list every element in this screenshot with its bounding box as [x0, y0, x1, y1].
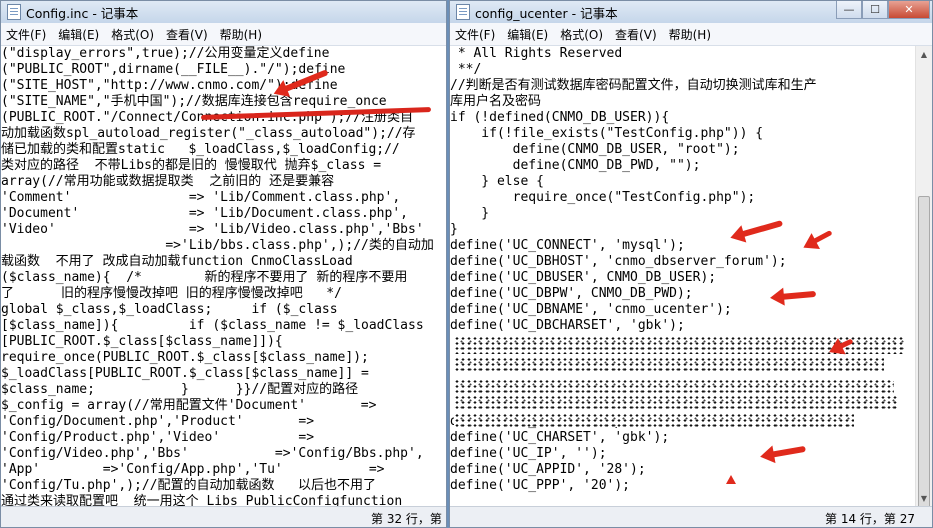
code-line: **/	[450, 62, 482, 77]
left-window-title: Config.inc - 记事本	[26, 5, 139, 21]
code-line: 'App' =>'Config/App.php','Tu' =>	[1, 462, 385, 477]
maximize-button[interactable]: ☐	[862, 1, 888, 19]
right-statusbar: 第 14 行，第 27	[450, 506, 932, 527]
code-line: define('UC_CHARSET', 'gbk');	[450, 430, 670, 445]
menu-help[interactable]: 帮助(H)	[215, 26, 269, 43]
code-line: define(CNMO_DB_PWD, "");	[450, 158, 701, 173]
code-line: 类对应的路径 不带Libs的都是旧的 慢慢取代 抛弃$_class =	[1, 158, 382, 173]
menu-format[interactable]: 格式(O)	[555, 26, 610, 43]
right-status-position: 第 14 行，第 27	[825, 512, 915, 526]
code-line: ("SITE_HOST","http://www.cnmo.com/");def…	[1, 78, 338, 93]
right-window-title: config_ucenter - 记事本	[475, 5, 618, 21]
scroll-down-icon[interactable]: ▼	[916, 490, 932, 507]
code-line: =>'Lib/bbs.class.php',);//类的自动加	[1, 238, 434, 253]
window-controls: — ☐ ✕	[836, 1, 930, 19]
code-line: define('UC_DBHOST', 'cnmo_dbserver_forum…	[450, 254, 787, 269]
menu-view[interactable]: 查看(V)	[161, 26, 215, 43]
close-button[interactable]: ✕	[888, 1, 930, 19]
redacted-region	[454, 395, 899, 411]
redacted-region	[454, 357, 884, 371]
code-line: [PUBLIC_ROOT.$_class[$class_name]]){	[1, 334, 283, 349]
left-menubar: 文件(F) 编辑(E) 格式(O) 查看(V) 帮助(H)	[1, 23, 446, 46]
right-notepad-window: config_ucenter - 记事本 — ☐ ✕ 文件(F) 编辑(E) 格…	[449, 0, 933, 528]
code-line: define('UC_DBUSER', CNMO_DB_USER);	[450, 270, 717, 285]
code-line: define('UC_IP', '');	[450, 446, 607, 461]
code-line: require_once(PUBLIC_ROOT.$_class[$class_…	[1, 350, 369, 365]
left-notepad-window: Config.inc - 记事本 文件(F) 编辑(E) 格式(O) 查看(V)…	[0, 0, 447, 528]
scroll-up-icon[interactable]: ▲	[916, 46, 932, 63]
left-statusbar: 第 32 行，第	[1, 506, 446, 527]
code-line: ("PUBLIC_ROOT",dirname(__FILE__)."/");de…	[1, 62, 346, 77]
code-line: if (!defined(CNMO_DB_USER)){	[450, 110, 670, 125]
code-line: $class_name; } }}//配置对应的路径	[1, 382, 359, 397]
left-status-position: 第 32 行，第	[371, 512, 442, 526]
left-titlebar[interactable]: Config.inc - 记事本	[1, 1, 446, 23]
code-line: }	[450, 222, 458, 237]
code-line: define('UC_DBPW', CNMO_DB_PWD);	[450, 286, 693, 301]
menu-view[interactable]: 查看(V)	[610, 26, 664, 43]
code-line: 'Comment' => 'Lib/Comment.class.php',	[1, 190, 401, 205]
code-line: require_once("TestConfig.php");	[450, 190, 756, 205]
code-line: 'Video' => 'Lib/Video.class.php','Bbs'	[1, 222, 424, 237]
code-line: define(CNMO_DB_USER, "root");	[450, 142, 740, 157]
code-line: 储已加载的类和配置static $_loadClass,$_loadConfig…	[1, 142, 400, 157]
notepad-icon	[7, 4, 21, 20]
code-line: array(//常用功能或数据提取类 之前旧的 还是要兼容	[1, 174, 335, 189]
vertical-scrollbar[interactable]: ▲ ▼	[915, 46, 932, 516]
code-line: 'Document' => 'Lib/Document.class.php',	[1, 206, 408, 221]
right-titlebar[interactable]: config_ucenter - 记事本 — ☐ ✕	[450, 1, 932, 23]
code-line: 'Config/Video.php','Bbs' =>'Config/Bbs.p…	[1, 446, 424, 461]
code-line: 动加载函数spl_autoload_register("_class_autol…	[1, 126, 416, 141]
right-menubar: 文件(F) 编辑(E) 格式(O) 查看(V) 帮助(H)	[450, 23, 932, 46]
red-arrow-annotation	[726, 475, 736, 484]
code-line: $_config = array(//常用配置文件'Document' =>	[1, 398, 377, 413]
code-line: define('UC_DBCHARSET', 'gbk');	[450, 318, 685, 333]
code-line: 'Config/Product.php','Video' =>	[1, 430, 315, 445]
redacted-region	[454, 413, 854, 427]
code-line: 'Config/Tu.php',);//配置的自动加载函数 以后也不用了	[1, 478, 377, 493]
code-line: define('UC_CONNECT', 'mysql');	[450, 238, 685, 253]
notepad-icon	[456, 4, 470, 20]
code-line: define('UC_PPP', '20');	[450, 478, 631, 493]
code-line: 库用户名及密码	[450, 94, 542, 109]
code-line: 了 旧的程序慢慢改掉吧 旧的程序慢慢改掉吧 */	[1, 286, 342, 301]
right-text-area[interactable]: * All Rights Reserved **///判断是否有测试数据库密码配…	[450, 46, 915, 507]
menu-file[interactable]: 文件(F)	[1, 26, 53, 43]
code-line: $_loadClass[PUBLIC_ROOT.$_class[$class_n…	[1, 366, 369, 381]
scroll-thumb[interactable]	[918, 196, 930, 516]
minimize-button[interactable]: —	[836, 1, 862, 19]
code-line: } else {	[450, 174, 544, 189]
redacted-region	[454, 379, 894, 393]
code-line: define('UC_DBNAME', 'cnmo_ucenter');	[450, 302, 732, 317]
menu-format[interactable]: 格式(O)	[106, 26, 161, 43]
code-line: //判断是否有测试数据库密码配置文件，自动切换测试库和生产	[450, 78, 817, 93]
code-line: 载函数 不用了 改成自动加载function CnmoClassLoad	[1, 254, 353, 269]
code-line: * All Rights Reserved	[450, 46, 623, 61]
code-line: define('UC_APPID', '28');	[450, 462, 646, 477]
code-line: ("SITE_NAME","手机中国");//数据库连接包含require_on…	[1, 94, 387, 109]
code-line: ($class_name){ /* 新的程序不要用了 新的程序不要用	[1, 270, 408, 285]
code-line: global $_class,$_loadClass; if ($_class	[1, 302, 338, 317]
menu-file[interactable]: 文件(F)	[450, 26, 502, 43]
menu-help[interactable]: 帮助(H)	[664, 26, 718, 43]
code-line: }	[450, 206, 490, 221]
menu-edit[interactable]: 编辑(E)	[53, 26, 106, 43]
code-line: if(!file_exists("TestConfig.php")) {	[450, 126, 764, 141]
code-line: [$class_name]){ if ($class_name != $_loa…	[1, 318, 424, 333]
menu-edit[interactable]: 编辑(E)	[502, 26, 555, 43]
code-line: ("display_errors",true);//公用变量定义define	[1, 46, 330, 61]
code-line: 'Config/Document.php','Product' =>	[1, 414, 315, 429]
